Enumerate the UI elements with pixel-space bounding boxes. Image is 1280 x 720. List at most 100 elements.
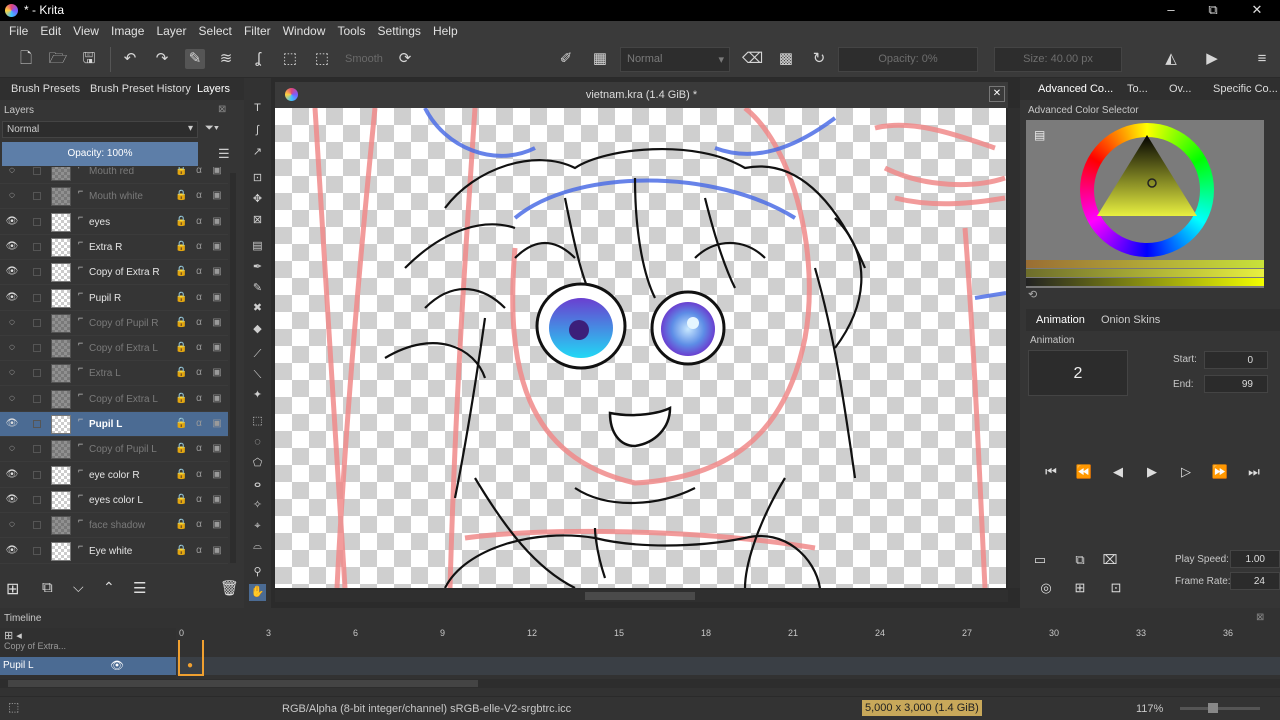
timeline-layer-row-0[interactable]: Copy of Extra... [4, 641, 66, 651]
lock-icon[interactable]: 🔒 [175, 190, 187, 202]
lock-icon[interactable]: 🔒 [175, 519, 187, 531]
calligraphy-tool-icon[interactable]: ∫ [249, 122, 266, 139]
start-frame-input[interactable]: 0 [1204, 351, 1268, 369]
layer-visibility-icon[interactable]: 👁 [5, 545, 19, 556]
current-frame-spinbox[interactable]: 2 [1028, 350, 1128, 396]
inherit-alpha-icon[interactable]: ▣ [211, 342, 223, 354]
layer-row[interactable]: ◌ ⌐ Copy of Extra L 🔒 α ▣ [0, 387, 228, 412]
transform-icon[interactable]: ⬚ [280, 49, 300, 69]
alpha-lock-icon[interactable]: α [193, 469, 205, 481]
zoom-tool-icon[interactable]: ⚲ [249, 564, 266, 581]
layer-name[interactable]: Copy of Extra R [89, 267, 160, 278]
tab-specific-color[interactable]: Specific Co... [1213, 83, 1278, 95]
menu-select[interactable]: Select [199, 21, 232, 38]
brush-grid-icon[interactable]: ▦ [590, 49, 610, 69]
lock-icon[interactable]: 🔒 [175, 393, 187, 405]
alpha-lock-icon[interactable]: α [193, 266, 205, 278]
inherit-alpha-icon[interactable]: ▣ [211, 519, 223, 531]
duplicate-layer-icon[interactable]: ⧉ [42, 579, 53, 596]
assistant-tool-icon[interactable]: ⟍ [249, 367, 266, 384]
tab-onion-skins[interactable]: Onion Skins [1101, 314, 1160, 326]
menu-settings[interactable]: Settings [378, 21, 421, 38]
layer-row[interactable]: 👁 ⌐ Pupil L 🔒 α ▣ [0, 412, 228, 437]
reference-images-tool-icon[interactable]: ✦ [249, 387, 266, 404]
smart-patch-tool-icon[interactable]: ✎ [249, 280, 266, 297]
menu-file[interactable]: File [9, 21, 28, 38]
transform-tool-icon[interactable]: ⊠ [249, 212, 266, 229]
fill-tool-icon[interactable]: ✖ [249, 300, 266, 317]
color-history-icon[interactable]: ⟲ [1028, 288, 1037, 301]
layer-row[interactable]: ◌ ⌐ Copy of Extra L 🔒 α ▣ [0, 336, 228, 362]
inherit-alpha-icon[interactable]: ▣ [211, 317, 223, 329]
minimize-button[interactable]: – [1163, 2, 1179, 18]
alpha-lock-icon[interactable]: α [193, 241, 205, 253]
frame-rate-input[interactable]: 24 [1230, 572, 1280, 590]
layer-name[interactable]: eyes [89, 217, 110, 228]
pan-tool-icon[interactable]: ✋ [249, 584, 266, 601]
layer-visibility-icon[interactable]: ◌ [5, 393, 19, 404]
preserve-alpha-icon[interactable]: ▩ [776, 49, 796, 69]
layer-name[interactable]: Copy of Extra L [89, 343, 158, 354]
alpha-lock-icon[interactable]: α [193, 393, 205, 405]
bucket-fill-tool-icon[interactable]: ◆ [249, 321, 266, 338]
alpha-lock-icon[interactable]: α [193, 216, 205, 228]
layer-row[interactable]: ◌ ⌐ Copy of Pupil L 🔒 α ▣ [0, 437, 228, 463]
contiguous-select-icon[interactable]: ✧ [249, 497, 266, 514]
tab-animation[interactable]: Animation [1036, 314, 1085, 326]
layer-select-checkbox[interactable] [33, 470, 41, 479]
tab-overview[interactable]: Ov... [1169, 83, 1191, 95]
inherit-alpha-icon[interactable]: ▣ [211, 545, 223, 557]
alpha-lock-icon[interactable]: α [193, 317, 205, 329]
alpha-lock-icon[interactable]: α [193, 443, 205, 455]
tab-brush-preset-history[interactable]: Brush Preset History [90, 83, 191, 95]
layer-select-checkbox[interactable] [33, 293, 41, 302]
lock-icon[interactable]: 🔒 [175, 292, 187, 304]
first-frame-icon[interactable]: ⏮ [1039, 460, 1063, 484]
layer-name[interactable]: Copy of Pupil L [89, 444, 157, 455]
layer-name[interactable]: Eye white [89, 546, 132, 557]
inherit-alpha-icon[interactable]: ▣ [211, 469, 223, 481]
gradient-tool-icon[interactable]: ▤ [249, 238, 266, 255]
layer-row[interactable]: 👁 ⌐ eyes 🔒 α ▣ [0, 210, 228, 235]
layer-blend-mode-select[interactable]: Normal ▾ [2, 121, 198, 138]
layer-name[interactable]: Copy of Pupil R [89, 318, 158, 329]
alpha-lock-icon[interactable]: α [193, 190, 205, 202]
inherit-alpha-icon[interactable]: ▣ [211, 241, 223, 253]
previous-frame-icon[interactable]: ◀ [1106, 460, 1130, 484]
menu-edit[interactable]: Edit [40, 21, 61, 38]
layer-visibility-icon[interactable]: 👁 [5, 216, 19, 227]
layer-opacity-slider[interactable]: Opacity: 100% [2, 142, 198, 166]
redo-icon[interactable]: ↷ [152, 49, 172, 69]
alpha-lock-icon[interactable]: α [193, 519, 205, 531]
layer-select-checkbox[interactable] [33, 369, 41, 378]
play-icon[interactable]: ▶ [1140, 460, 1164, 484]
lock-icon[interactable]: 🔒 [175, 443, 187, 455]
open-document-icon[interactable]: 🗁 [48, 49, 68, 69]
layer-select-checkbox[interactable] [33, 495, 41, 504]
audio-icon[interactable]: ⊞ [1068, 576, 1092, 600]
layer-visibility-icon[interactable]: 👁 [5, 469, 19, 480]
layer-select-checkbox[interactable] [33, 242, 41, 251]
layer-properties-icon[interactable]: ☰ [218, 146, 230, 162]
drop-frames-icon[interactable]: ⊡ [1104, 576, 1128, 600]
menu-image[interactable]: Image [111, 21, 144, 38]
dynamic-brush-icon[interactable]: ≋ [216, 49, 236, 69]
layer-name[interactable]: Pupil R [89, 293, 121, 304]
layer-row[interactable]: 👁 ⌐ eye color R 🔒 α ▣ [0, 463, 228, 488]
layer-list-scrollbar[interactable] [230, 173, 236, 563]
selection-icon[interactable]: ⬚ [312, 49, 332, 69]
document-tab[interactable]: vietnam.kra (1.4 GiB) * ✕ [275, 82, 1008, 108]
layer-name[interactable]: Mouth white [89, 191, 143, 202]
edit-shapes-tool-icon[interactable]: ↗ [249, 144, 266, 161]
color-selector-settings-icon[interactable]: ▤ [1034, 128, 1045, 142]
layer-row[interactable]: ◌ ⌐ Copy of Pupil R 🔒 α ▣ [0, 311, 228, 336]
lock-icon[interactable]: 🔒 [175, 317, 187, 329]
tab-advanced-color[interactable]: Advanced Co... [1038, 83, 1113, 95]
layer-select-checkbox[interactable] [33, 318, 41, 327]
last-frame-icon[interactable]: ⏭ [1242, 460, 1266, 484]
eraser-icon[interactable]: ⌫ [742, 49, 763, 69]
layer-select-checkbox[interactable] [33, 445, 41, 454]
layer-row[interactable]: ◌ ⌐ Extra L 🔒 α ▣ [0, 361, 228, 387]
layer-name[interactable]: Extra R [89, 242, 122, 253]
layer-visibility-icon[interactable]: 👁 [5, 292, 19, 303]
